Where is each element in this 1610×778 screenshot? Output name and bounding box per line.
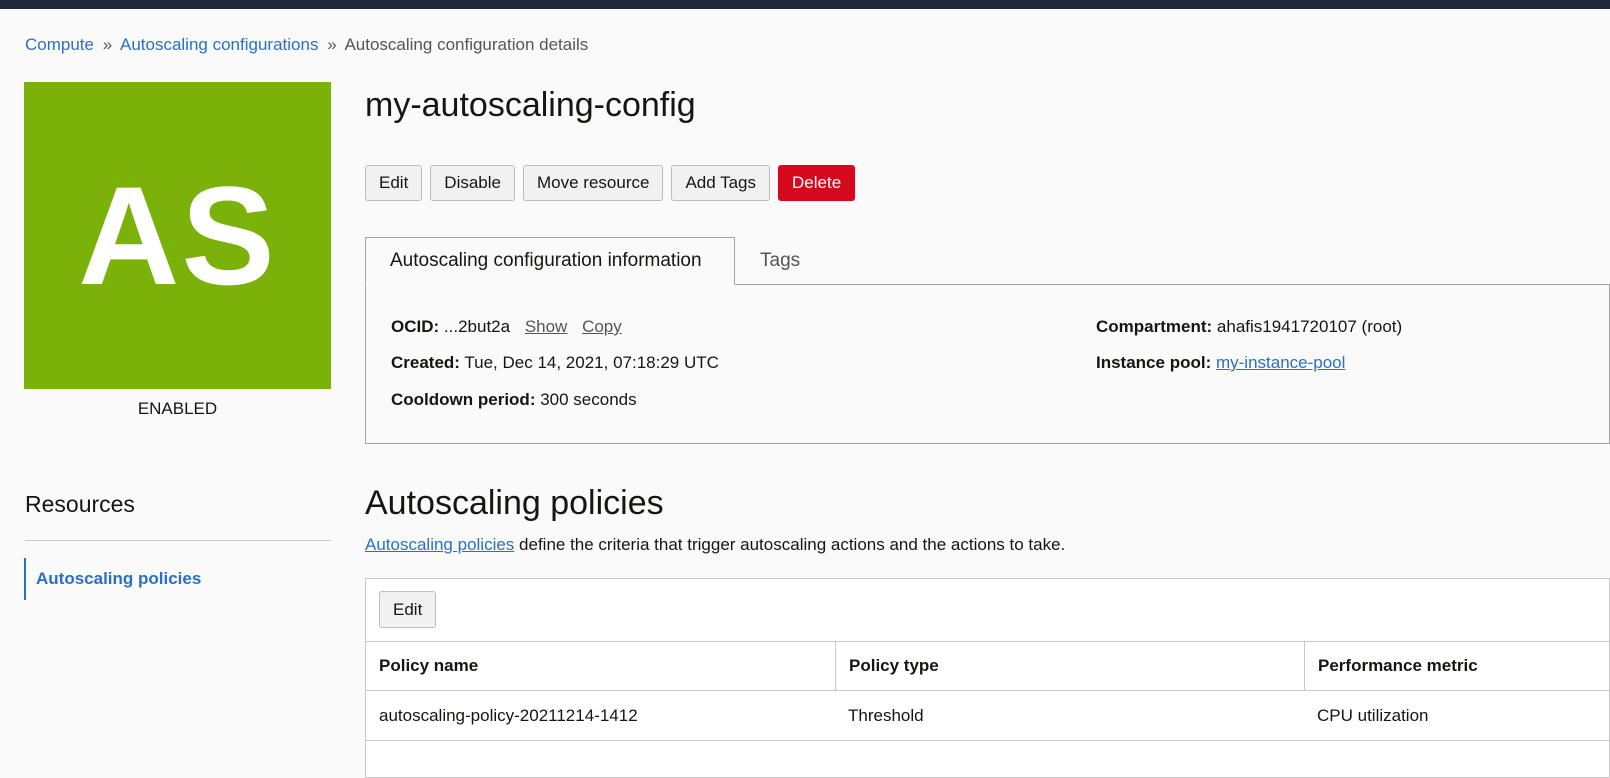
ocid-value: ...2but2a: [443, 317, 511, 336]
top-navigation-bar: [0, 0, 1610, 9]
details-tabs: Autoscaling configuration information Ta…: [365, 237, 1610, 285]
resources-divider: [25, 540, 331, 541]
breadcrumb: Compute » Autoscaling configurations » A…: [25, 35, 588, 55]
performance-metric-cell: CPU utilization: [1317, 705, 1429, 725]
policies-edit-button[interactable]: Edit: [379, 591, 437, 628]
column-header-performance-metric[interactable]: Performance metric: [1304, 642, 1610, 690]
tab-tags[interactable]: Tags: [760, 237, 800, 285]
policy-name-cell: autoscaling-policy-20211214-1412: [379, 705, 638, 725]
disable-button[interactable]: Disable: [430, 165, 515, 201]
cooldown-value: 300 seconds: [540, 390, 637, 409]
policy-type-cell: Threshold: [848, 705, 924, 725]
tab-label: Autoscaling configuration information: [390, 250, 702, 271]
compartment-value: ahafis1941720107 (root): [1216, 317, 1403, 336]
resource-avatar: AS: [24, 82, 331, 389]
column-header-policy-type[interactable]: Policy type: [835, 642, 1304, 690]
ocid-row: OCID: ...2but2a Show Copy: [391, 317, 622, 337]
add-tags-button[interactable]: Add Tags: [671, 165, 771, 201]
cooldown-row: Cooldown period: 300 seconds: [391, 390, 637, 410]
resources-heading: Resources: [25, 491, 135, 517]
compartment-label: Compartment:: [1096, 317, 1213, 336]
resources-item-label: Autoscaling policies: [36, 569, 202, 588]
ocid-copy-link[interactable]: Copy: [582, 317, 622, 336]
cooldown-label: Cooldown period:: [391, 390, 536, 409]
instance-pool-row: Instance pool: my-instance-pool: [1096, 353, 1345, 373]
instance-pool-label: Instance pool:: [1096, 353, 1212, 372]
configuration-info-panel: OCID: ...2but2a Show Copy Created: Tue, …: [365, 284, 1610, 444]
action-toolbar: Edit Disable Move resource Add Tags Dele…: [365, 165, 856, 201]
ocid-show-link[interactable]: Show: [525, 317, 568, 336]
policies-description-text: define the criteria that trigger autosca…: [514, 535, 1066, 554]
edit-button[interactable]: Edit: [365, 165, 423, 201]
policies-heading: Autoscaling policies: [365, 484, 664, 522]
created-label: Created:: [391, 353, 460, 372]
table-toolbar: Edit: [379, 591, 437, 628]
breadcrumb-separator: »: [102, 35, 113, 54]
move-resource-button[interactable]: Move resource: [523, 165, 664, 201]
breadcrumb-autoscaling-configurations-link[interactable]: Autoscaling configurations: [120, 35, 318, 54]
table-header: Policy name Policy type Performance metr…: [366, 641, 1610, 691]
status-label: ENABLED: [137, 399, 218, 418]
breadcrumb-compute-link[interactable]: Compute: [25, 35, 94, 54]
breadcrumb-current: Autoscaling configuration details: [344, 35, 589, 54]
column-header-policy-name[interactable]: Policy name: [366, 642, 835, 690]
delete-button[interactable]: Delete: [778, 165, 856, 201]
table-row: autoscaling-policy-20211214-1412 Thresho…: [366, 691, 1610, 741]
policies-doc-link[interactable]: Autoscaling policies: [365, 535, 514, 554]
created-row: Created: Tue, Dec 14, 2021, 07:18:29 UTC: [391, 353, 719, 373]
instance-pool-link[interactable]: my-instance-pool: [1216, 353, 1345, 372]
policies-description: Autoscaling policies define the criteria…: [365, 535, 1065, 555]
page-title: my-autoscaling-config: [365, 86, 696, 124]
created-value: Tue, Dec 14, 2021, 07:18:29 UTC: [464, 353, 719, 372]
breadcrumb-separator: »: [327, 35, 337, 54]
tab-configuration-information[interactable]: Autoscaling configuration information: [365, 237, 735, 285]
avatar-text: AS: [78, 156, 277, 314]
policies-table: Edit Policy name Policy type Performance…: [365, 578, 1610, 778]
tab-label: Tags: [760, 250, 801, 271]
ocid-label: OCID:: [391, 317, 440, 336]
resources-item-autoscaling-policies[interactable]: Autoscaling policies: [24, 558, 324, 600]
compartment-row: Compartment: ahafis1941720107 (root): [1096, 317, 1402, 337]
